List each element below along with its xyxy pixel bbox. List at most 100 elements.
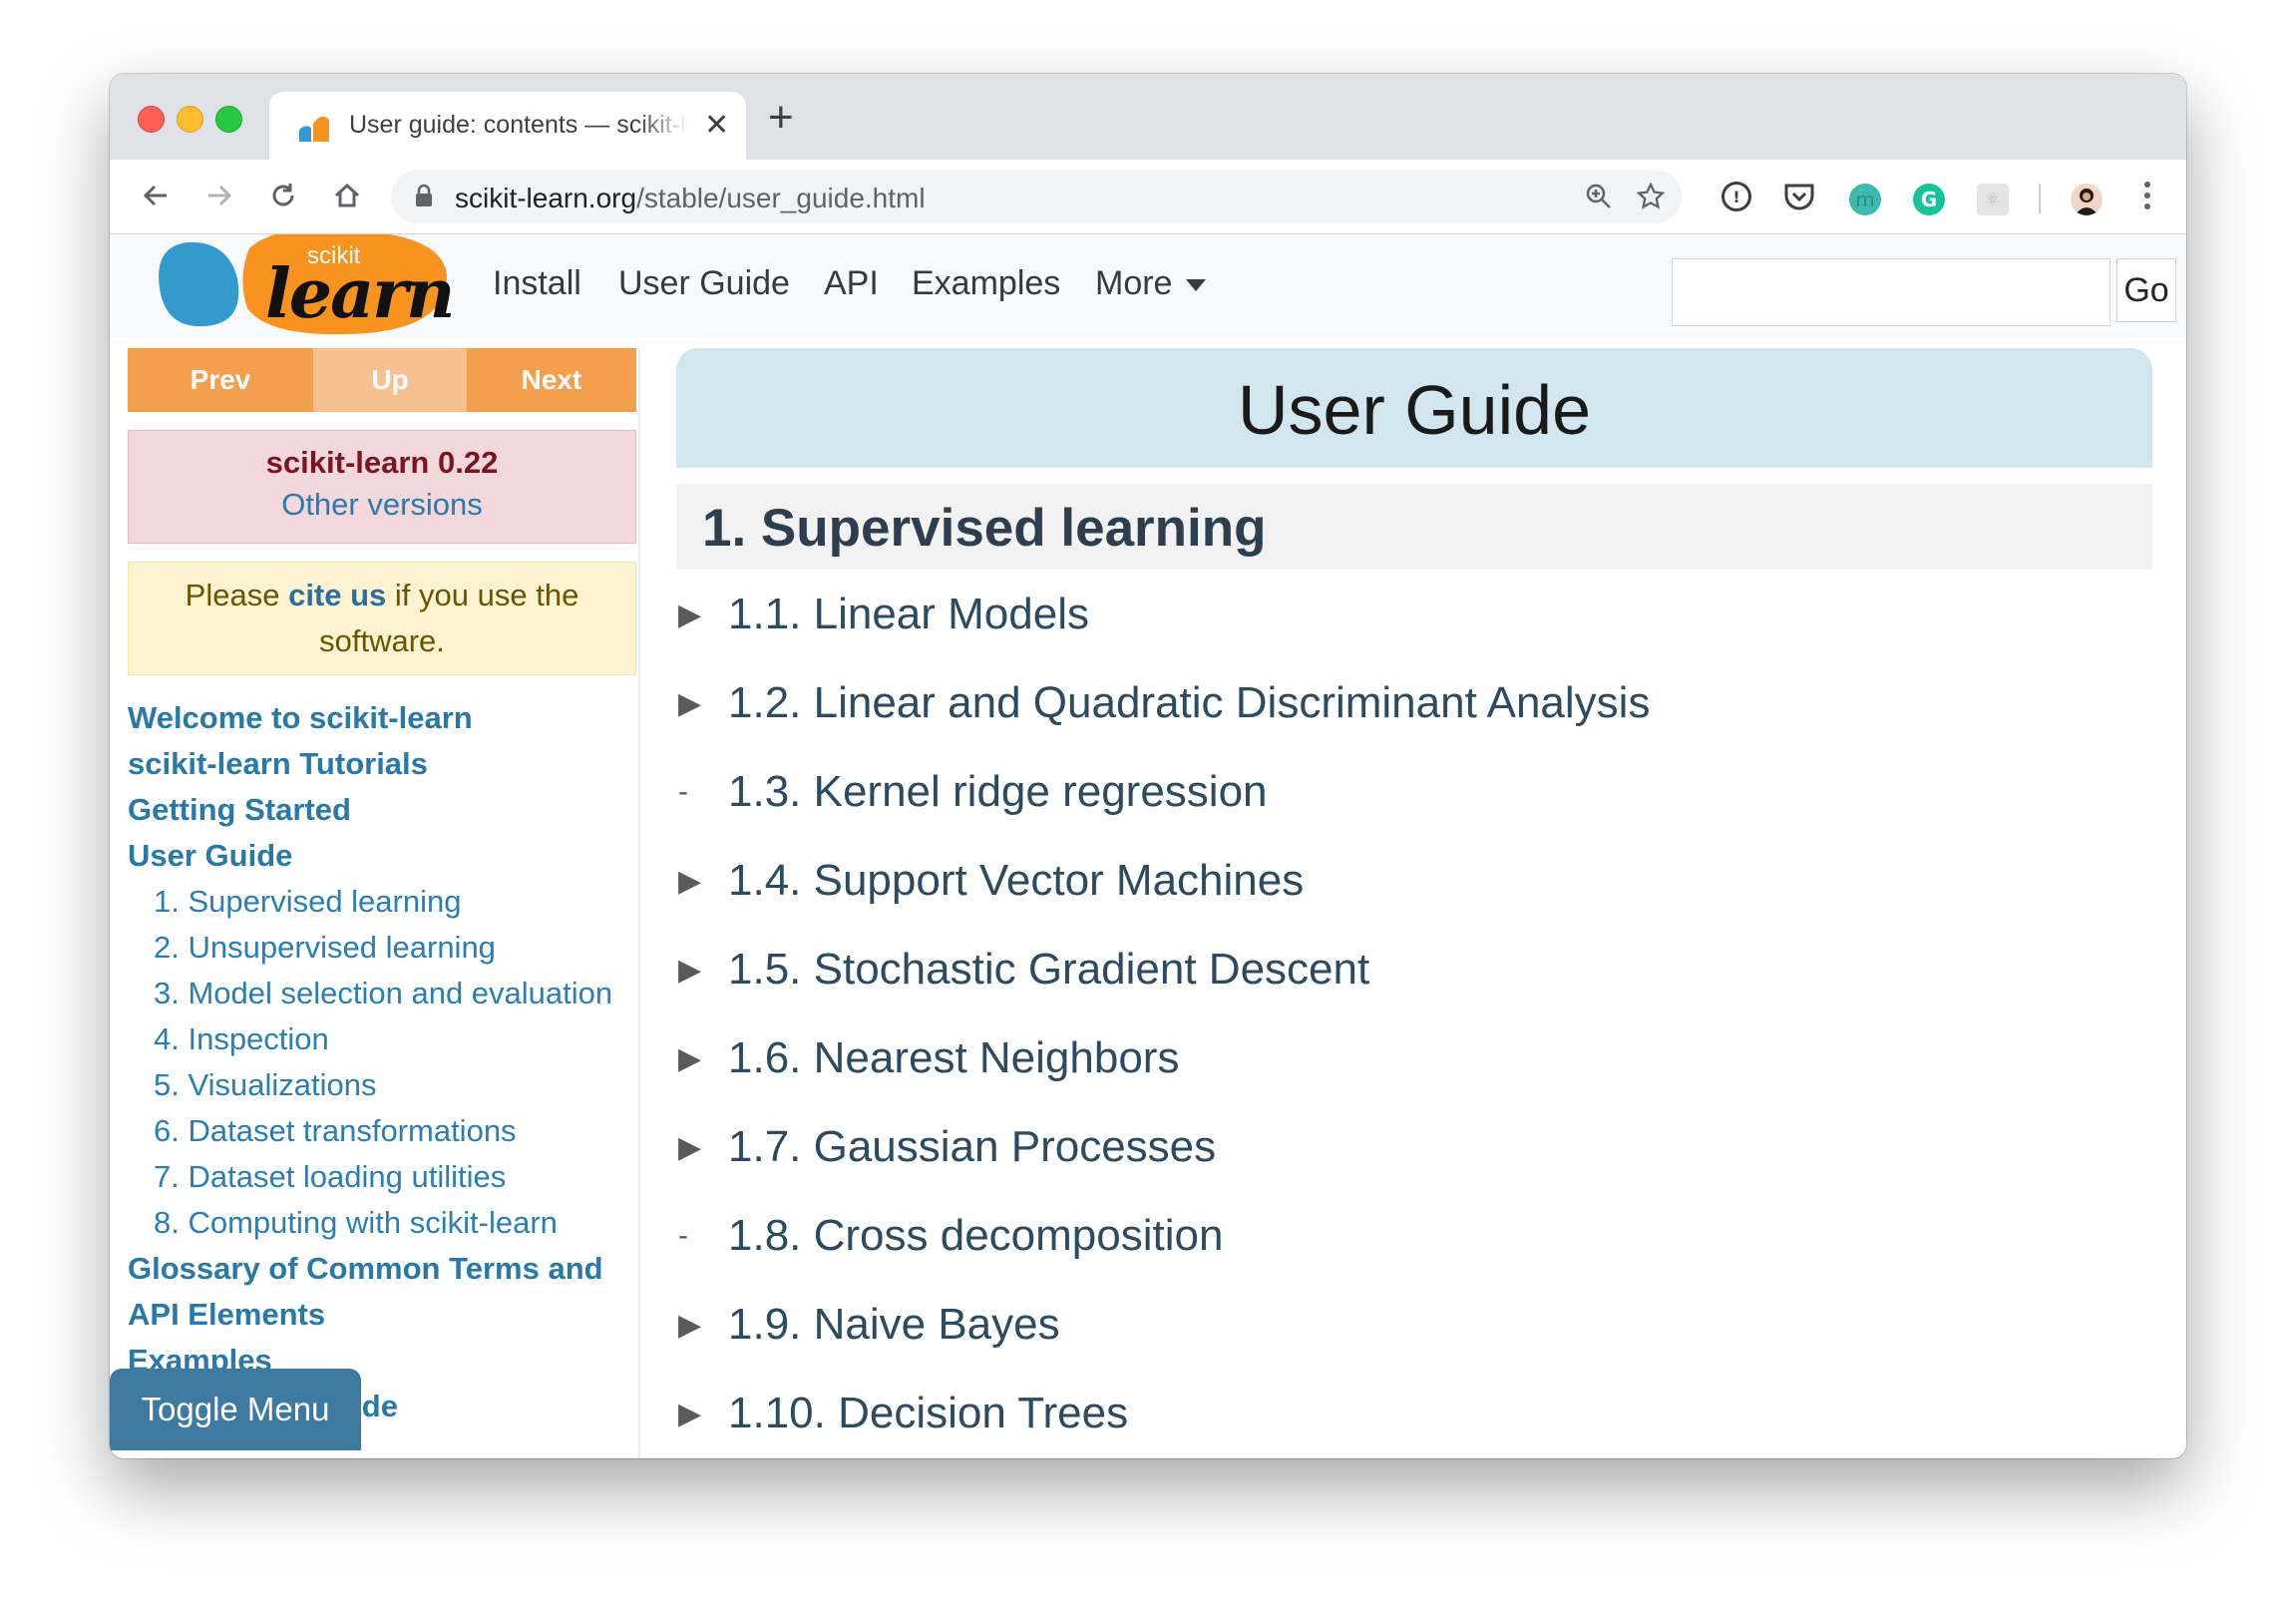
- list-item[interactable]: ▶ 1.1. Linear Models: [676, 570, 2152, 658]
- expand-arrow-icon[interactable]: ▶: [678, 598, 708, 632]
- search-input[interactable]: [1672, 258, 2110, 326]
- list-item[interactable]: ▶ 1.9. Naive Bayes: [676, 1280, 2152, 1369]
- expand-arrow-icon[interactable]: ▶: [678, 953, 708, 988]
- reload-icon: [272, 184, 294, 206]
- list-item[interactable]: ▶ 1.6. Nearest Neighbors: [676, 1013, 2152, 1102]
- toc-tutorials[interactable]: scikit-learn Tutorials: [128, 741, 646, 787]
- list-item[interactable]: - 1.3. Kernel ridge regression: [676, 747, 2152, 836]
- section-title[interactable]: 1. Supervised learning: [702, 498, 1267, 559]
- toc-inspection[interactable]: 4. Inspection: [128, 1016, 646, 1062]
- extension-m-icon[interactable]: m: [1849, 184, 1881, 215]
- profile-avatar[interactable]: [2071, 184, 2103, 215]
- toc-getting-started[interactable]: Getting Started: [128, 787, 646, 833]
- item-label[interactable]: 1.5. Stochastic Gradient Descent: [728, 945, 1369, 995]
- item-label[interactable]: 1.9. Naive Bayes: [728, 1300, 1060, 1350]
- list-item[interactable]: ▶ 1.5. Stochastic Gradient Descent: [676, 925, 2152, 1013]
- toc-dataset-loading[interactable]: 7. Dataset loading utilities: [128, 1154, 646, 1200]
- expand-arrow-icon[interactable]: ▶: [678, 864, 708, 899]
- password-manager-icon[interactable]: !: [1722, 182, 1751, 211]
- cite-text-pre: Please: [185, 578, 289, 612]
- tab-title: User guide: contents — scikit-learn: [349, 111, 688, 139]
- toc-welcome[interactable]: Welcome to scikit-learn: [128, 695, 646, 741]
- browser-tab[interactable]: User guide: contents — scikit-learn ✕: [269, 92, 746, 160]
- maximize-window-button[interactable]: [215, 106, 242, 133]
- browser-toolbar: scikit-learn.org/stable/user_guide.html …: [110, 160, 2186, 234]
- page-title-box: User Guide: [676, 348, 2152, 468]
- toc-computing[interactable]: 8. Computing with scikit-learn: [128, 1200, 646, 1246]
- react-devtools-icon[interactable]: ⚛: [1977, 184, 2009, 215]
- home-icon: [334, 183, 360, 207]
- toc-model-selection[interactable]: 3. Model selection and evaluation: [128, 971, 646, 1016]
- item-label[interactable]: 1.10. Decision Trees: [728, 1389, 1128, 1438]
- cite-box: Please cite us if you use the software.: [128, 562, 636, 675]
- back-button[interactable]: [134, 174, 178, 217]
- up-button[interactable]: Up: [313, 348, 467, 412]
- grammarly-icon[interactable]: G: [1913, 184, 1945, 215]
- scikit-learn-logo[interactable]: scikit learn: [148, 234, 455, 338]
- toc-unsupervised-learning[interactable]: 2. Unsupervised learning: [128, 925, 646, 971]
- sidebar: Prev Up Next scikit-learn 0.22 Other ver…: [110, 348, 636, 1458]
- lock-icon: [416, 184, 432, 206]
- dash-marker-icon: -: [678, 775, 688, 808]
- section-items: ▶ 1.1. Linear Models ▶ 1.2. Linear and Q…: [676, 570, 2152, 1457]
- forward-button[interactable]: [197, 174, 241, 217]
- expand-arrow-icon[interactable]: ▶: [678, 1130, 708, 1165]
- list-item[interactable]: ▶ 1.7. Gaussian Processes: [676, 1102, 2152, 1191]
- reload-button[interactable]: [261, 174, 305, 217]
- toc-glossary[interactable]: Glossary of Common Terms and API Element…: [128, 1246, 636, 1338]
- nav-install[interactable]: Install: [493, 264, 581, 303]
- item-label[interactable]: 1.1. Linear Models: [728, 590, 1089, 639]
- toggle-menu-button[interactable]: Toggle Menu: [110, 1369, 361, 1450]
- expand-arrow-icon[interactable]: ▶: [678, 1308, 708, 1343]
- item-label[interactable]: 1.7. Gaussian Processes: [728, 1122, 1216, 1172]
- page-content: scikit learn Install User Guide API Exam…: [110, 234, 2186, 1458]
- caret-down-icon: [1185, 279, 1206, 292]
- pocket-icon[interactable]: [1783, 182, 1815, 211]
- nav-user-guide[interactable]: User Guide: [618, 264, 790, 303]
- new-tab-button[interactable]: +: [768, 96, 794, 140]
- other-versions-link[interactable]: Other versions: [129, 487, 635, 523]
- item-label[interactable]: 1.2. Linear and Quadratic Discriminant A…: [728, 678, 1650, 728]
- item-label[interactable]: 1.8. Cross decomposition: [728, 1211, 1223, 1261]
- list-item[interactable]: - 1.8. Cross decomposition: [676, 1191, 2152, 1280]
- url-host: scikit-learn.org: [455, 183, 637, 213]
- item-label[interactable]: 1.3. Kernel ridge regression: [728, 767, 1268, 817]
- nav-more-label: More: [1095, 264, 1173, 302]
- arrow-left-icon: [143, 185, 167, 206]
- url-text: scikit-learn.org/stable/user_guide.html: [455, 183, 926, 214]
- arrow-right-icon: [208, 185, 232, 206]
- list-item[interactable]: ▶ 1.4. Support Vector Machines: [676, 836, 2152, 925]
- avatar-icon: [2075, 189, 2099, 215]
- home-button[interactable]: [325, 174, 369, 217]
- item-label[interactable]: 1.6. Nearest Neighbors: [728, 1033, 1179, 1083]
- bookmark-star-icon[interactable]: [1636, 182, 1666, 211]
- logo-learn-text: learn: [265, 254, 455, 334]
- close-window-button[interactable]: [138, 106, 165, 133]
- list-item[interactable]: ▶ 1.10. Decision Trees: [676, 1369, 2152, 1457]
- list-item[interactable]: ▶ 1.2. Linear and Quadratic Discriminant…: [676, 658, 2152, 747]
- toc-user-guide[interactable]: User Guide: [128, 833, 646, 879]
- expand-arrow-icon[interactable]: ▶: [678, 1397, 708, 1431]
- prev-button[interactable]: Prev: [128, 348, 313, 412]
- sidebar-divider: [638, 348, 640, 1458]
- toc-supervised-learning[interactable]: 1. Supervised learning: [128, 879, 646, 925]
- zoom-icon[interactable]: [1584, 182, 1614, 211]
- toc-visualizations[interactable]: 5. Visualizations: [128, 1062, 646, 1108]
- next-button[interactable]: Next: [467, 348, 636, 412]
- toc-dataset-transformations[interactable]: 6. Dataset transformations: [128, 1108, 646, 1154]
- tab-bar: User guide: contents — scikit-learn ✕ +: [110, 74, 2186, 160]
- dash-marker-icon: -: [678, 1219, 688, 1252]
- nav-api[interactable]: API: [824, 264, 879, 303]
- cite-us-link[interactable]: cite us: [288, 578, 386, 612]
- nav-examples[interactable]: Examples: [912, 264, 1060, 303]
- expand-arrow-icon[interactable]: ▶: [678, 686, 708, 721]
- close-tab-icon[interactable]: ✕: [704, 108, 729, 144]
- expand-arrow-icon[interactable]: ▶: [678, 1041, 708, 1076]
- chrome-menu-icon[interactable]: [2142, 180, 2152, 213]
- minimize-window-button[interactable]: [177, 106, 203, 133]
- nav-more[interactable]: More: [1095, 264, 1206, 303]
- version-title: scikit-learn 0.22: [265, 445, 499, 480]
- address-bar[interactable]: scikit-learn.org/stable/user_guide.html: [391, 170, 1682, 223]
- search-go-button[interactable]: Go: [2116, 258, 2176, 322]
- item-label[interactable]: 1.4. Support Vector Machines: [728, 856, 1304, 906]
